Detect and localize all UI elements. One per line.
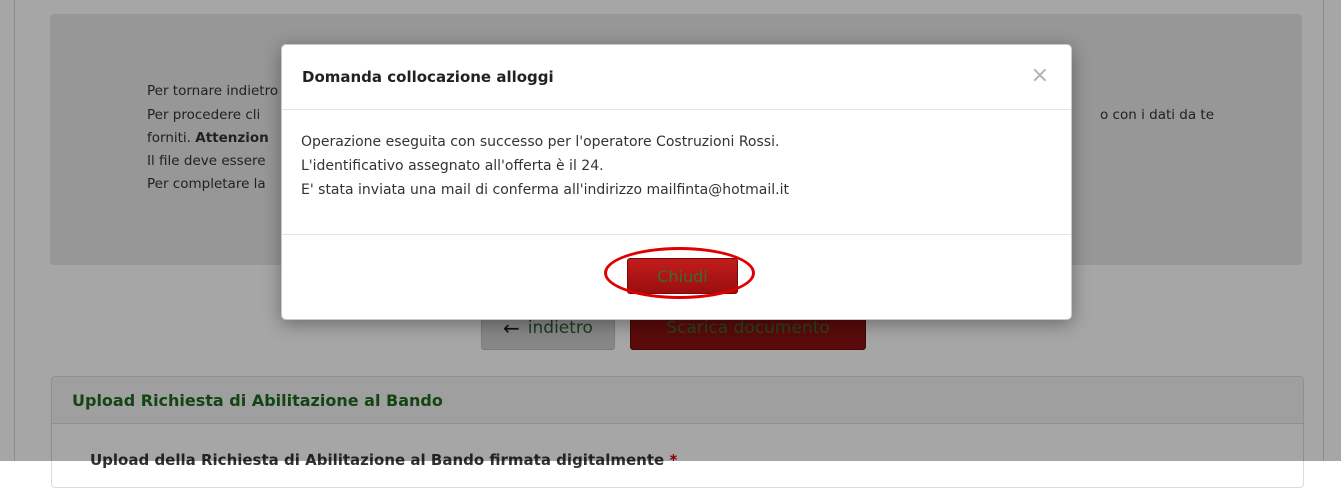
- dialog-message-identifier: L'identificativo assegnato all'offerta è…: [301, 158, 604, 174]
- confirmation-dialog: Domanda collocazione alloggi × Operazion…: [281, 44, 1072, 320]
- dialog-footer-divider: [282, 234, 1071, 235]
- dialog-title: Domanda collocazione alloggi: [302, 68, 554, 86]
- close-icon[interactable]: ×: [1031, 65, 1049, 87]
- dialog-message-email: E' stata inviata una mail di conferma al…: [301, 182, 789, 198]
- close-dialog-button-label: Chiudi: [657, 266, 708, 286]
- dialog-message-success: Operazione eseguita con successo per l'o…: [301, 134, 780, 150]
- close-dialog-button[interactable]: Chiudi: [627, 258, 738, 294]
- dialog-header-divider: [282, 109, 1071, 110]
